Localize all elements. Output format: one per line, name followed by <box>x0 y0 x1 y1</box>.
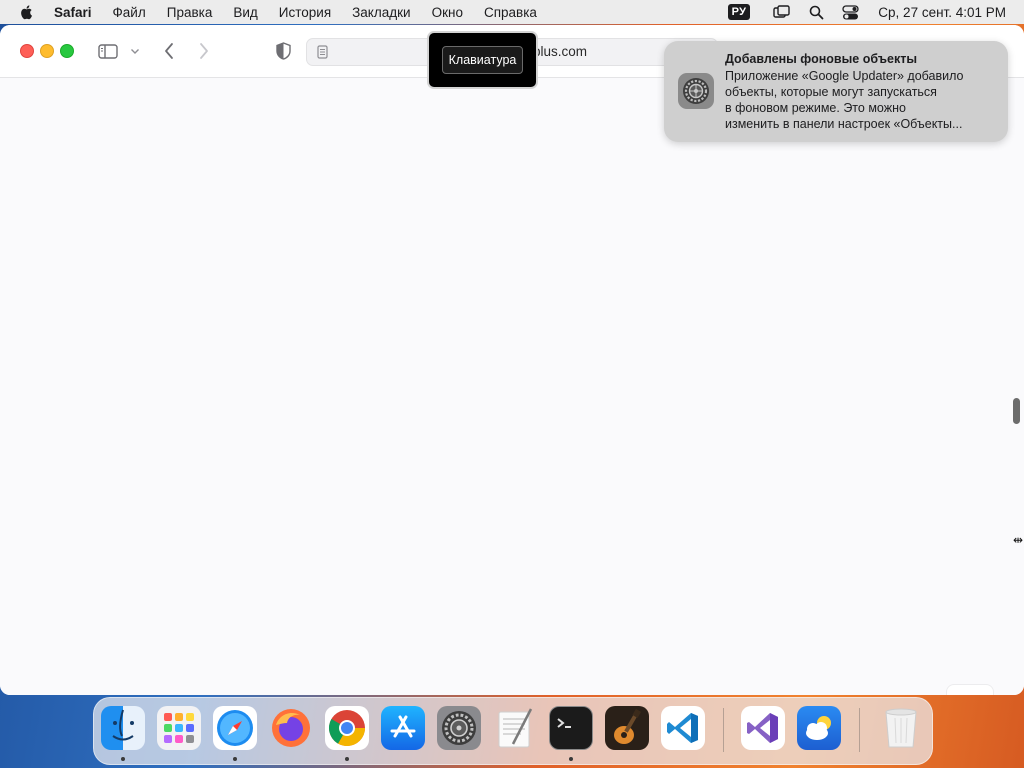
terminal-running-indicator <box>569 757 573 761</box>
notification-title: Добавлены фоновые объекты <box>725 52 917 66</box>
chrome-running-indicator <box>345 757 349 761</box>
menu-bookmarks[interactable]: Закладки <box>352 5 410 20</box>
launchpad-icon[interactable] <box>157 706 201 750</box>
weather-icon[interactable] <box>797 706 841 750</box>
dock-separator <box>859 708 860 752</box>
textedit-icon[interactable] <box>493 706 537 750</box>
dock <box>93 697 933 765</box>
keyboard-button[interactable]: Клавиатура <box>441 46 524 74</box>
finder-icon[interactable] <box>101 706 145 750</box>
back-chevron-icon[interactable] <box>160 41 178 61</box>
keyboard-overlay: Клавиатура <box>427 31 538 89</box>
input-language-badge[interactable]: РУ <box>727 4 751 20</box>
background-items-notification[interactable]: Добавлены фоновые объекты Приложение «Go… <box>664 41 1008 142</box>
chrome-icon[interactable] <box>325 706 369 750</box>
reader-page-icon[interactable] <box>315 44 329 60</box>
vscode-icon[interactable] <box>661 706 705 750</box>
menu-safari[interactable]: Safari <box>54 5 92 20</box>
notification-body-line: объекты, которые могут запускаться <box>725 85 937 99</box>
control-center-icon[interactable] <box>840 4 860 20</box>
forward-chevron-icon[interactable] <box>195 41 213 61</box>
visual-studio-icon[interactable] <box>741 706 785 750</box>
terminal-icon[interactable] <box>549 706 593 750</box>
chevron-down-icon[interactable] <box>129 45 141 57</box>
garageband-icon[interactable] <box>605 706 649 750</box>
menu-history[interactable]: История <box>279 5 331 20</box>
menu-bar-clock[interactable]: Ср, 27 сент. 4:01 PM <box>878 5 1006 20</box>
notification-body-line: в фоновом режиме. Это можно <box>725 101 906 115</box>
menu-edit[interactable]: Правка <box>167 5 213 20</box>
apple-menu-icon[interactable] <box>19 4 35 20</box>
firefox-icon[interactable] <box>269 706 313 750</box>
vertical-scrollbar-thumb[interactable] <box>1013 398 1020 424</box>
menu-bar: Safari Файл Правка Вид История Закладки … <box>0 0 1024 24</box>
address-url-text: plus.com <box>533 44 588 59</box>
close-window-button[interactable] <box>20 44 34 58</box>
scroll-to-top-button[interactable] <box>946 684 994 695</box>
minimize-window-button[interactable] <box>40 44 54 58</box>
finder-running-indicator <box>121 757 125 761</box>
sidebar-toggle-icon[interactable] <box>97 42 119 60</box>
web-page-content[interactable]: ⇹ <box>0 78 1024 695</box>
system-settings-icon[interactable] <box>437 706 481 750</box>
trash-icon[interactable] <box>879 706 923 750</box>
privacy-shield-icon[interactable] <box>274 41 292 61</box>
menu-view[interactable]: Вид <box>233 5 257 20</box>
zoom-window-button[interactable] <box>60 44 74 58</box>
menu-help[interactable]: Справка <box>484 5 537 20</box>
app-store-icon[interactable] <box>381 706 425 750</box>
safari-icon[interactable] <box>213 706 257 750</box>
dock-separator <box>723 708 724 752</box>
notification-body-line: Приложение «Google Updater» добавило <box>725 69 964 83</box>
screen-mirroring-icon[interactable] <box>772 4 792 20</box>
safari-running-indicator <box>233 757 237 761</box>
notification-body: Приложение «Google Updater» добавило объ… <box>725 68 997 132</box>
spotlight-search-icon[interactable] <box>806 4 826 20</box>
resize-cursor-icon: ⇹ <box>1013 533 1024 547</box>
system-settings-gear-icon <box>678 73 714 109</box>
notification-body-line: изменить в панели настроек «Объекты... <box>725 117 963 131</box>
menu-window[interactable]: Окно <box>432 5 463 20</box>
menu-file[interactable]: Файл <box>113 5 146 20</box>
